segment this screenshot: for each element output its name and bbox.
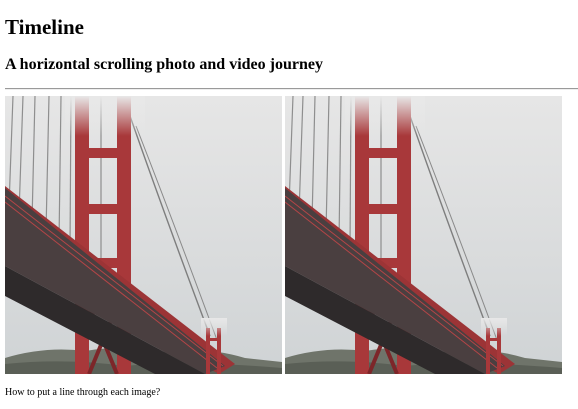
- golden-gate-bridge-photo-icon: [5, 96, 282, 374]
- page-title: Timeline: [5, 15, 84, 39]
- golden-gate-bridge-photo-icon: [285, 96, 562, 374]
- timeline-photo[interactable]: [285, 96, 562, 374]
- timeline-photo[interactable]: [5, 96, 282, 374]
- divider: [5, 88, 578, 90]
- timeline-scroller[interactable]: [5, 96, 578, 374]
- caption-text: How to put a line through each image?: [5, 387, 161, 398]
- page-subtitle: A horizontal scrolling photo and video j…: [5, 56, 323, 73]
